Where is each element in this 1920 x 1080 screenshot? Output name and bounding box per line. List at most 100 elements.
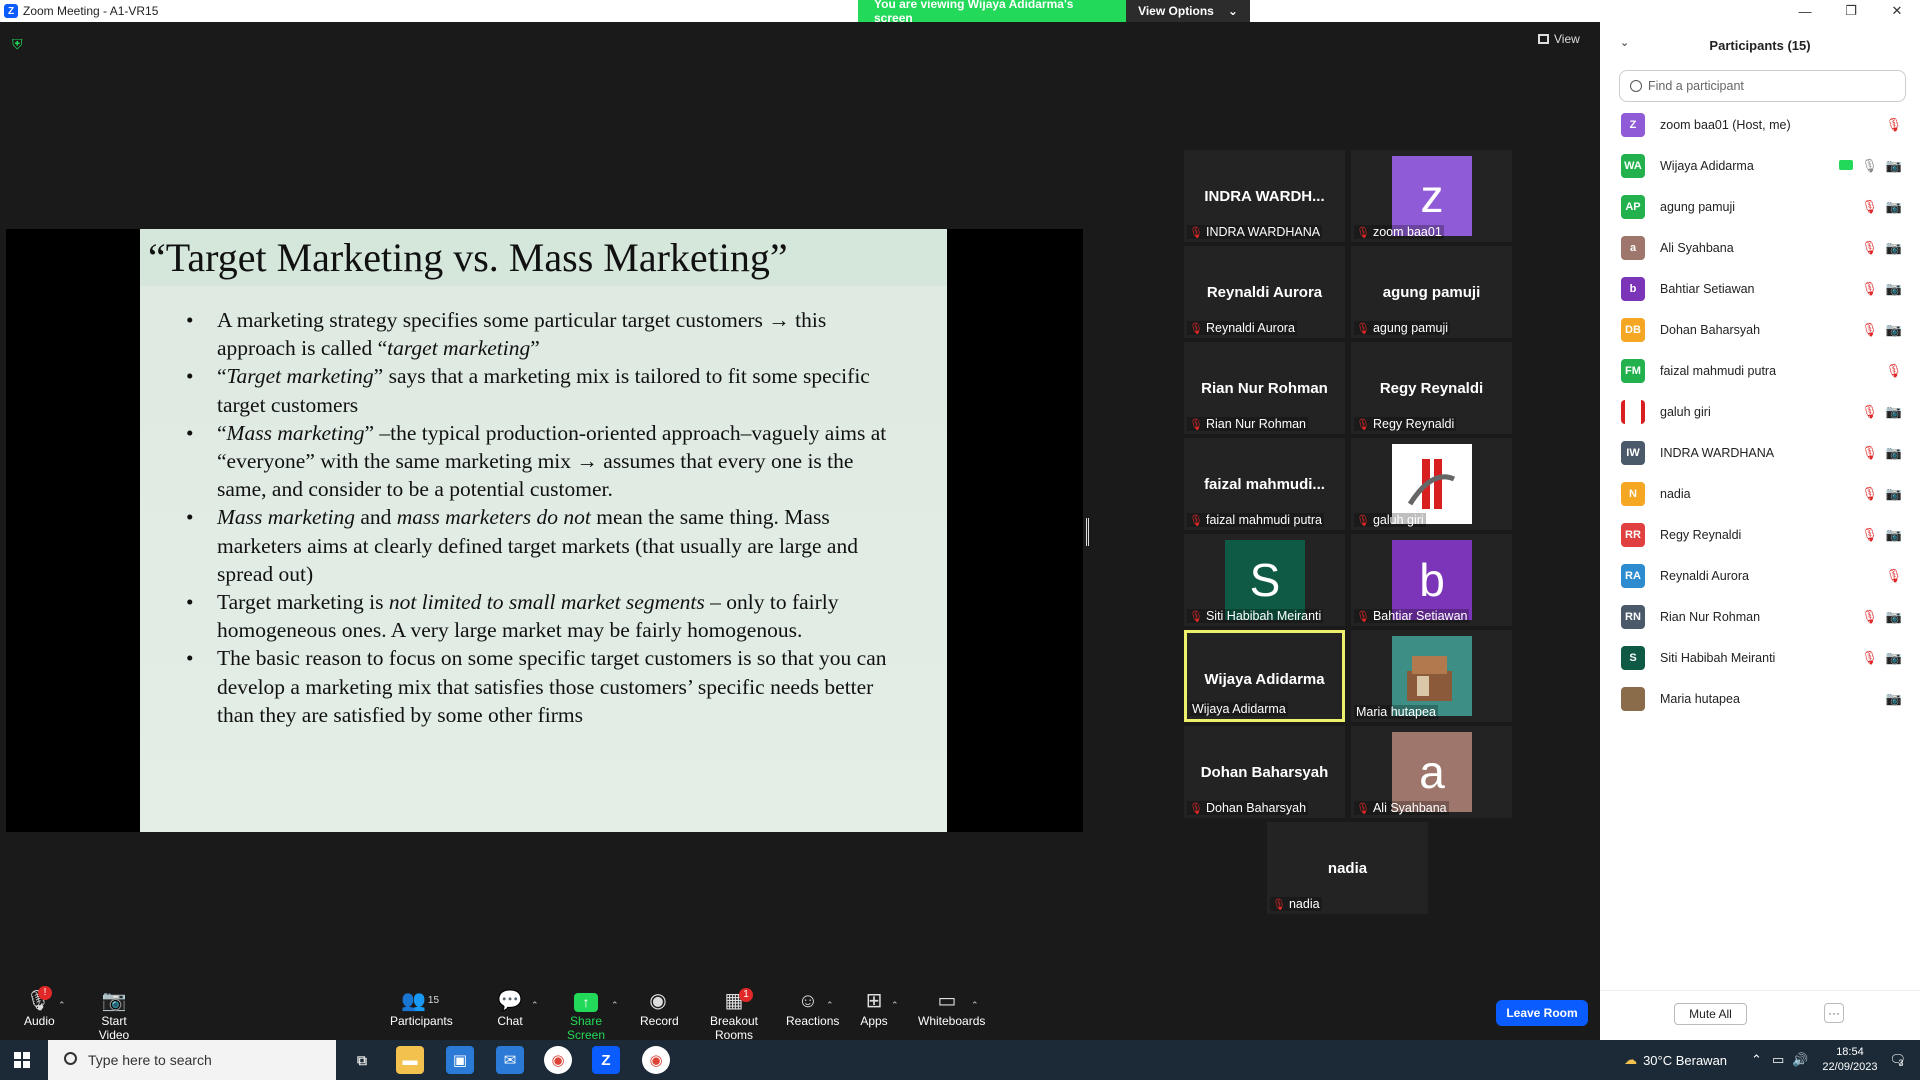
- volume-icon[interactable]: 🔊: [1792, 1052, 1808, 1068]
- breakout-rooms-button[interactable]: ▦ Breakout Rooms 1: [697, 988, 771, 1042]
- participant-row[interactable]: S Siti Habibah Meiranti 🎙 📷: [1600, 637, 1920, 678]
- store-icon[interactable]: ▣: [446, 1046, 474, 1074]
- tile-name: Siti Habibah Meiranti: [1205, 609, 1322, 623]
- view-button[interactable]: View: [1538, 32, 1580, 46]
- tile-avatar: S: [1225, 540, 1305, 620]
- video-tile[interactable]: Wijaya Adidarma Wijaya Adidarma: [1184, 630, 1345, 722]
- reactions-options-caret[interactable]: ⌃: [826, 1000, 834, 1011]
- video-tile[interactable]: 🎙 galuh giri: [1351, 438, 1512, 530]
- notifications-icon[interactable]: 🗨 3: [1889, 1052, 1906, 1068]
- tile-name: Ali Syahbana: [1372, 801, 1447, 815]
- record-button[interactable]: ◉ Record: [640, 988, 679, 1028]
- video-tile[interactable]: Rian Nur Rohman 🎙 Rian Nur Rohman: [1184, 342, 1345, 434]
- minimize-button[interactable]: —: [1782, 0, 1828, 22]
- tile-display-name: INDRA WARDH...: [1204, 188, 1325, 205]
- title-bar: Z Zoom Meeting - A1-VR15: [0, 0, 1600, 22]
- participant-row[interactable]: galuh giri 🎙 📷: [1600, 391, 1920, 432]
- participant-list: Zzoom baa01 (Host, me) 🎙 WA Wijaya Adidarma…: [1600, 104, 1920, 719]
- muted-mic-icon: 🎙: [1861, 609, 1878, 624]
- zoom-taskbar-icon[interactable]: Z: [592, 1046, 620, 1074]
- more-options-button[interactable]: ···: [1824, 1003, 1844, 1023]
- file-explorer-icon[interactable]: ▬: [396, 1046, 424, 1074]
- participant-name: Bahtiar Setiawan: [1660, 281, 1755, 296]
- participant-status-icons: 🎙 📷: [1861, 486, 1902, 502]
- chrome-profile-icon[interactable]: ◉: [642, 1046, 670, 1074]
- breakout-rooms-icon: ▦: [724, 990, 744, 1012]
- participant-name: galuh giri: [1660, 404, 1711, 419]
- mail-icon[interactable]: ✉: [496, 1046, 524, 1074]
- participants-panel: ⌄ Participants (15) Find a participant Z…: [1600, 22, 1920, 1040]
- audio-button[interactable]: 🎙 Audio !: [24, 986, 55, 1028]
- splitter-handle[interactable]: [1086, 518, 1089, 546]
- participant-search-input[interactable]: Find a participant: [1619, 70, 1906, 102]
- apps-options-caret[interactable]: ⌃: [891, 1000, 899, 1011]
- start-video-label: Start Video: [98, 1014, 130, 1042]
- video-off-icon: 📷: [1885, 240, 1902, 255]
- tile-name-label: Wijaya Adidarma: [1190, 702, 1288, 716]
- video-off-icon: 📷: [1885, 486, 1902, 501]
- participant-row[interactable]: FM faizal mahmudi putra 🎙: [1600, 350, 1920, 391]
- video-tile[interactable]: nadia 🎙 nadia: [1267, 822, 1428, 914]
- share-screen-icon: ↑: [574, 993, 598, 1012]
- tray-overflow-icon[interactable]: ⌃: [1751, 1052, 1762, 1068]
- participant-row[interactable]: Zzoom baa01 (Host, me) 🎙: [1600, 104, 1920, 145]
- video-tile[interactable]: z 🎙 zoom baa01: [1351, 150, 1512, 242]
- leave-room-button[interactable]: Leave Room: [1496, 1000, 1588, 1026]
- video-tile[interactable]: b 🎙 Bahtiar Setiawan: [1351, 534, 1512, 626]
- start-video-button[interactable]: 📷 Start Video: [86, 988, 142, 1042]
- audio-options-caret[interactable]: ⌃: [58, 1000, 66, 1011]
- participant-row[interactable]: Nnadia 🎙 📷: [1600, 473, 1920, 514]
- participants-button[interactable]: 👥 15 Participants: [390, 988, 453, 1028]
- video-tile[interactable]: faizal mahmudi... 🎙 faizal mahmudi putra: [1184, 438, 1345, 530]
- video-tile[interactable]: S 🎙 Siti Habibah Meiranti: [1184, 534, 1345, 626]
- participant-row[interactable]: a Ali Syahbana 🎙 📷: [1600, 227, 1920, 268]
- video-tile[interactable]: Maria hutapea: [1351, 630, 1512, 722]
- video-tile[interactable]: a 🎙 Ali Syahbana: [1351, 726, 1512, 818]
- participant-row[interactable]: Maria hutapea 📷: [1600, 678, 1920, 719]
- participant-row[interactable]: DB Dohan Baharsyah 🎙 📷: [1600, 309, 1920, 350]
- tile-name: zoom baa01: [1372, 225, 1442, 239]
- participant-row[interactable]: AP agung pamuji 🎙 📷: [1600, 186, 1920, 227]
- chrome-icon[interactable]: ◉: [544, 1046, 572, 1074]
- mute-all-button[interactable]: Mute All: [1674, 1003, 1747, 1025]
- clock[interactable]: 18:54 22/09/2023: [1822, 1045, 1877, 1075]
- video-tile[interactable]: INDRA WARDH... 🎙 INDRA WARDHANA: [1184, 150, 1345, 242]
- whiteboards-options-caret[interactable]: ⌃: [971, 1000, 979, 1011]
- slide-bullet: Target marketing is not limited to small…: [186, 588, 897, 644]
- apps-icon: ⊞: [865, 990, 883, 1012]
- restore-button[interactable]: ❐: [1828, 0, 1874, 22]
- weather-text[interactable]: 30°C Berawan: [1643, 1053, 1727, 1068]
- whiteboards-button[interactable]: ▭ Whiteboards: [918, 988, 985, 1028]
- tile-name: galuh giri: [1372, 513, 1424, 527]
- taskbar-search-input[interactable]: Type here to search: [48, 1040, 336, 1080]
- muted-mic-icon: 🎙: [1885, 363, 1902, 378]
- participant-row[interactable]: RR Regy Reynaldi 🎙 📷: [1600, 514, 1920, 555]
- participant-row[interactable]: IW INDRA WARDHANA 🎙 📷: [1600, 432, 1920, 473]
- participant-row[interactable]: b Bahtiar Setiawan 🎙 📷: [1600, 268, 1920, 309]
- viewing-banner: You are viewing Wijaya Adidarma's screen…: [858, 0, 1250, 25]
- participant-row[interactable]: RA Reynaldi Aurora 🎙: [1600, 555, 1920, 596]
- video-tile[interactable]: agung pamuji 🎙 agung pamuji: [1351, 246, 1512, 338]
- participant-row[interactable]: RN Rian Nur Rohman 🎙 📷: [1600, 596, 1920, 637]
- share-options-caret[interactable]: ⌃: [611, 1000, 619, 1011]
- apps-button[interactable]: ⊞ Apps: [860, 988, 888, 1028]
- participant-avatar: FM: [1621, 358, 1645, 383]
- network-icon[interactable]: ▭: [1772, 1052, 1784, 1068]
- share-screen-button[interactable]: ↑ Share Screen: [554, 988, 618, 1042]
- windows-start-icon[interactable]: [14, 1052, 30, 1068]
- participant-row[interactable]: WA Wijaya Adidarma 🎙 📷: [1600, 145, 1920, 186]
- close-button[interactable]: ✕: [1874, 0, 1920, 22]
- shield-icon[interactable]: ⛨: [12, 36, 28, 52]
- video-tile[interactable]: Dohan Baharsyah 🎙 Dohan Baharsyah: [1184, 726, 1345, 818]
- chat-options-caret[interactable]: ⌃: [531, 1000, 539, 1011]
- tile-name: Maria hutapea: [1356, 705, 1436, 719]
- task-view-icon[interactable]: ⧉: [348, 1046, 376, 1074]
- view-options-button[interactable]: View Options ⌄: [1126, 0, 1250, 22]
- video-tile[interactable]: Reynaldi Aurora 🎙 Reynaldi Aurora: [1184, 246, 1345, 338]
- collapse-chevron-icon[interactable]: ⌄: [1620, 36, 1629, 49]
- reactions-button[interactable]: ☺ Reactions: [786, 988, 839, 1028]
- participants-count: 15: [427, 995, 440, 1006]
- participant-status-icons: 🎙 📷: [1861, 527, 1902, 543]
- chat-button[interactable]: 💬 Chat: [496, 988, 524, 1028]
- video-tile[interactable]: Regy Reynaldi 🎙 Regy Reynaldi: [1351, 342, 1512, 434]
